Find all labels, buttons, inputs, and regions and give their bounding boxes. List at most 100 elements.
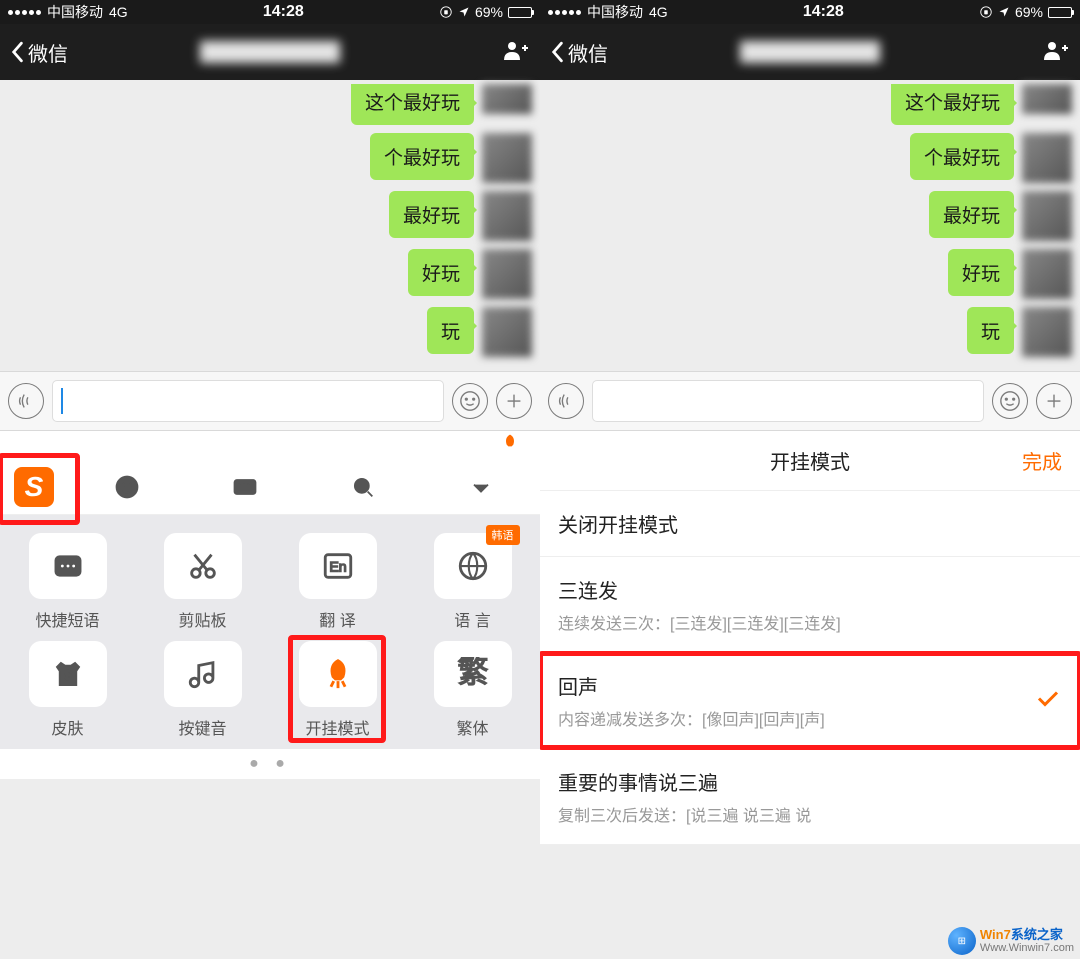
lock-rotation-icon: [439, 5, 453, 19]
contact-button[interactable]: [502, 39, 530, 66]
status-time: 14:28: [668, 3, 979, 21]
message-bubble[interactable]: 最好玩: [929, 191, 1014, 238]
avatar[interactable]: [482, 84, 532, 114]
carrier-label: 中国移动: [587, 2, 643, 22]
tool-badge: 韩语: [486, 525, 520, 545]
svg-text:繁: 繁: [457, 657, 488, 690]
sogou-s-icon: S: [14, 467, 54, 507]
network-label: 4G: [649, 4, 668, 20]
tool-cheat-mode[interactable]: 开挂模式: [270, 641, 405, 739]
tool-label: 剪贴板: [178, 607, 226, 631]
avatar[interactable]: [482, 133, 532, 183]
plus-button[interactable]: [1036, 383, 1072, 419]
tool-language[interactable]: 韩语语 言: [405, 533, 540, 631]
settings-item[interactable]: 回声内容递减发送多次：[像回声][回声][声]: [540, 653, 1080, 749]
keyboard-panel: S 快捷短语剪贴板En翻 译韩语语 言S皮肤按键音开挂模式繁繁体 ● ●: [0, 431, 540, 779]
settings-item-title: 关闭开挂模式: [558, 509, 1062, 538]
voice-input-button[interactable]: [8, 383, 44, 419]
message-bubble[interactable]: 玩: [427, 307, 474, 354]
tool-label: 语 言: [454, 607, 490, 631]
battery-pct: 69%: [475, 4, 503, 20]
battery-pct: 69%: [1015, 4, 1043, 20]
tool-skin[interactable]: S 皮肤: [0, 641, 135, 739]
lock-rotation-icon: [979, 5, 993, 19]
tool-key-sound[interactable]: 按键音: [135, 641, 270, 739]
svg-text:En: En: [329, 560, 346, 576]
message-bubble[interactable]: 个最好玩: [910, 133, 1014, 180]
avatar[interactable]: [482, 191, 532, 241]
message-row: 玩: [540, 303, 1080, 361]
settings-title: 开挂模式: [770, 446, 850, 475]
avatar[interactable]: [1022, 307, 1072, 357]
status-bar: 中国移动 4G 14:28 69%: [0, 0, 540, 24]
network-label: 4G: [109, 4, 128, 20]
settings-item-sub: 内容递减发送多次：[像回声][回声][声]: [558, 706, 1062, 730]
watermark-url: Www.Winwin7.com: [980, 942, 1074, 954]
message-bubble[interactable]: 好玩: [408, 249, 474, 296]
svg-text:S: S: [63, 668, 72, 683]
keyboard-tab[interactable]: [186, 459, 304, 514]
voice-input-button[interactable]: [548, 383, 584, 419]
back-button[interactable]: 微信: [10, 38, 68, 67]
avatar[interactable]: [1022, 191, 1072, 241]
contact-button[interactable]: [1042, 39, 1070, 66]
message-input[interactable]: [52, 380, 444, 422]
message-bubble[interactable]: 这个最好玩: [351, 84, 474, 125]
tool-label: 繁体: [456, 715, 488, 739]
emoji-button[interactable]: [452, 383, 488, 419]
battery-icon: [508, 7, 532, 18]
watermark: ⊞ Win7系统之家 Www.Winwin7.com: [948, 927, 1074, 955]
settings-list: 关闭开挂模式三连发连续发送三次：[三连发][三连发][三连发]回声内容递减发送多…: [540, 491, 1080, 845]
globe-icon: 韩语: [434, 533, 512, 599]
message-row: 这个最好玩: [0, 80, 540, 129]
avatar[interactable]: [482, 307, 532, 357]
screen-right: 中国移动 4G 14:28 69% 微信 这个最好玩个最好玩最好玩好玩玩: [540, 0, 1080, 959]
chat-area-right[interactable]: 这个最好玩个最好玩最好玩好玩玩: [540, 80, 1080, 371]
tool-label: 开挂模式: [305, 715, 369, 739]
watermark-prefix: Win7: [980, 927, 1011, 942]
chat-area-left[interactable]: 这个最好玩个最好玩最好玩好玩玩: [0, 80, 540, 371]
emoji-tab[interactable]: [68, 459, 186, 514]
music-icon: [164, 641, 242, 707]
back-button[interactable]: 微信: [550, 38, 608, 67]
input-bar: [0, 371, 540, 431]
watermark-suffix: 系统之家: [1011, 927, 1063, 942]
plus-button[interactable]: [496, 383, 532, 419]
scissors-icon: [164, 533, 242, 599]
emoji-button[interactable]: [992, 383, 1028, 419]
keyboard-toolbar: S: [0, 459, 540, 515]
avatar[interactable]: [482, 249, 532, 299]
phrase-icon: [29, 533, 107, 599]
sogou-logo-button[interactable]: S: [0, 459, 68, 514]
message-bubble[interactable]: 玩: [967, 307, 1014, 354]
tool-translate[interactable]: En翻 译: [270, 533, 405, 631]
tool-label: 按键音: [178, 715, 226, 739]
rocket-icon[interactable]: [500, 433, 520, 458]
collapse-tab[interactable]: [422, 459, 540, 514]
avatar[interactable]: [1022, 249, 1072, 299]
settings-item[interactable]: 重要的事情说三遍复制三次后发送：[说三遍 说三遍 说: [540, 749, 1080, 845]
settings-item[interactable]: 关闭开挂模式: [540, 491, 1080, 557]
avatar[interactable]: [1022, 133, 1072, 183]
avatar[interactable]: [1022, 84, 1072, 114]
done-button[interactable]: 完成: [1022, 446, 1062, 475]
message-input[interactable]: [592, 380, 984, 422]
rocket-icon: [299, 641, 377, 707]
tool-quick-phrase[interactable]: 快捷短语: [0, 533, 135, 631]
message-bubble[interactable]: 这个最好玩: [891, 84, 1014, 125]
tool-label: 皮肤: [51, 715, 83, 739]
message-bubble[interactable]: 最好玩: [389, 191, 474, 238]
tool-traditional[interactable]: 繁繁体: [405, 641, 540, 739]
settings-item-title: 回声: [558, 671, 1062, 700]
message-row: 这个最好玩: [540, 80, 1080, 129]
message-bubble[interactable]: 好玩: [948, 249, 1014, 296]
tool-clipboard[interactable]: 剪贴板: [135, 533, 270, 631]
watermark-logo-icon: ⊞: [948, 927, 976, 955]
message-bubble[interactable]: 个最好玩: [370, 133, 474, 180]
input-bar: [540, 371, 1080, 431]
signal-dots-icon: [548, 10, 581, 15]
settings-item[interactable]: 三连发连续发送三次：[三连发][三连发][三连发]: [540, 557, 1080, 653]
settings-item-title: 三连发: [558, 575, 1062, 604]
location-icon: [458, 6, 470, 18]
search-tab[interactable]: [304, 459, 422, 514]
